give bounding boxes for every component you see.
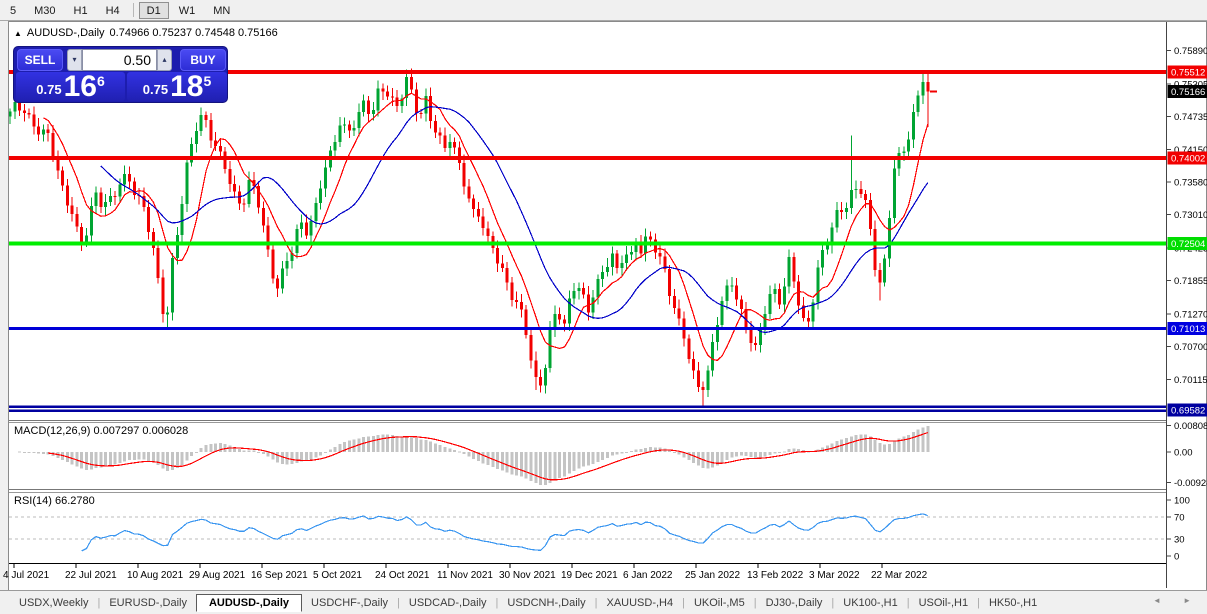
chart-symbol-label: AUDUSD-,Daily [27,27,105,39]
sell-price-sup: 6 [97,73,105,89]
timeframe-button-h4[interactable]: H4 [98,2,128,19]
collapse-marker-icon[interactable]: ▲ [14,29,22,38]
price-badge: 0.75512 [1171,68,1205,79]
date-tick-label: 13 Feb 2022 [747,570,804,581]
toolbar-separator [133,3,134,17]
application-window: 0.758900.753050.747350.741500.735800.730… [0,0,1207,614]
symbol-tab-usdcaddaily[interactable]: USDCAD-,Daily [400,594,496,612]
sell-button[interactable]: SELL [17,49,63,71]
volume-input[interactable]: 0.50 [82,49,157,71]
macd-tick-label: -0.00928 [1174,478,1207,489]
price-tick-label: 0.73010 [1174,210,1207,221]
one-click-trading-panel: SELL ▾ 0.50 ▴ BUY 0.75 16 6 0.75 18 5 [13,46,228,103]
timeframe-button-5[interactable]: 5 [2,2,24,19]
price-badge: 0.74002 [1171,154,1205,165]
volume-increase-button[interactable]: ▴ [157,49,172,71]
symbol-tab-ukoilm5[interactable]: UKOil-,M5 [685,594,754,612]
macd-tick-label: 0.008087 [1174,421,1207,432]
date-tick-label: 22 Mar 2022 [871,570,928,581]
buy-price-sup: 5 [203,73,211,89]
rsi-tick-label: 70 [1174,512,1185,523]
price-tick-label: 0.70115 [1174,375,1207,386]
symbol-tab-hk50h1[interactable]: HK50-,H1 [980,594,1046,612]
buy-price-display[interactable]: 0.75 18 5 [127,72,227,101]
price-badge: 0.71013 [1171,324,1205,335]
symbol-tab-xauusdh4[interactable]: XAUUSD-,H4 [597,594,682,612]
date-tick-label: 16 Sep 2021 [251,570,308,581]
price-tick-label: 0.71270 [1174,309,1207,320]
date-tick-label: 19 Dec 2021 [561,570,618,581]
symbol-tab-eurusddaily[interactable]: EURUSD-,Daily [100,594,196,612]
date-tick-label: 10 Aug 2021 [127,570,184,581]
timeframe-button-m30[interactable]: M30 [26,2,63,19]
price-tick-label: 0.70700 [1174,342,1207,353]
rsi-tick-label: 30 [1174,535,1185,546]
date-tick-label: 29 Aug 2021 [189,570,246,581]
rsi-label: RSI(14) 66.2780 [14,495,95,507]
date-tick-label: 5 Oct 2021 [313,570,362,581]
price-tick-label: 0.75890 [1174,46,1207,57]
timeframe-button-h1[interactable]: H1 [66,2,96,19]
timeframe-toolbar: 5M30H1H4 D1W1MN [0,0,1207,21]
symbol-tab-dj30daily[interactable]: DJ30-,Daily [757,594,832,612]
date-tick-label: 4 Jul 2021 [3,570,50,581]
timeframe-button-mn[interactable]: MN [205,2,238,19]
buy-button[interactable]: BUY [180,49,226,71]
chart-ohlc-values: 0.74966 0.75237 0.74548 0.75166 [110,27,278,39]
price-tick-label: 0.73580 [1174,178,1207,189]
chart-title: ▲ AUDUSD-,Daily 0.74966 0.75237 0.74548 … [14,27,278,39]
symbol-tab-usdxweekly[interactable]: USDX,Weekly [10,594,97,612]
price-badge: 0.69582 [1171,406,1205,417]
date-tick-label: 24 Oct 2021 [375,570,430,581]
date-tick-label: 11 Nov 2021 [437,570,493,581]
symbol-tab-uk100h1[interactable]: UK100-,H1 [834,594,906,612]
symbol-tab-usoilh1[interactable]: USOil-,H1 [910,594,978,612]
tab-scroll-arrows[interactable]: ◄ ► [1153,596,1201,605]
symbol-tab-bar: USDX,Weekly|EURUSD-,DailyAUDUSD-,DailyUS… [0,590,1207,614]
rsi-tick-label: 0 [1174,552,1179,563]
buy-price-base: 0.75 [143,82,168,97]
date-tick-label: 30 Nov 2021 [499,570,556,581]
date-tick-label: 22 Jul 2021 [65,570,117,581]
symbol-tab-usdcnhdaily[interactable]: USDCNH-,Daily [498,594,594,612]
price-badge: 0.72504 [1171,239,1205,250]
sell-price-display[interactable]: 0.75 16 6 [16,72,125,101]
sell-price-base: 0.75 [36,82,61,97]
timeframe-button-w1[interactable]: W1 [171,2,204,19]
date-tick-label: 3 Mar 2022 [809,570,860,581]
price-tick-label: 0.74735 [1174,112,1207,123]
macd-tick-label: 0.00 [1174,448,1193,459]
sell-price-big: 16 [64,74,97,100]
buy-price-big: 18 [170,74,203,100]
date-tick-label: 6 Jan 2022 [623,570,673,581]
price-badge: 0.75166 [1171,87,1205,98]
date-tick-label: 25 Jan 2022 [685,570,740,581]
volume-decrease-button[interactable]: ▾ [67,49,82,71]
symbol-tab-audusddaily[interactable]: AUDUSD-,Daily [196,594,302,612]
timeframe-button-d1[interactable]: D1 [139,2,169,19]
macd-label: MACD(12,26,9) 0.007297 0.006028 [14,425,188,437]
symbol-tab-usdchfdaily[interactable]: USDCHF-,Daily [302,594,397,612]
price-tick-label: 0.71855 [1174,276,1207,287]
rsi-tick-label: 100 [1174,496,1190,507]
